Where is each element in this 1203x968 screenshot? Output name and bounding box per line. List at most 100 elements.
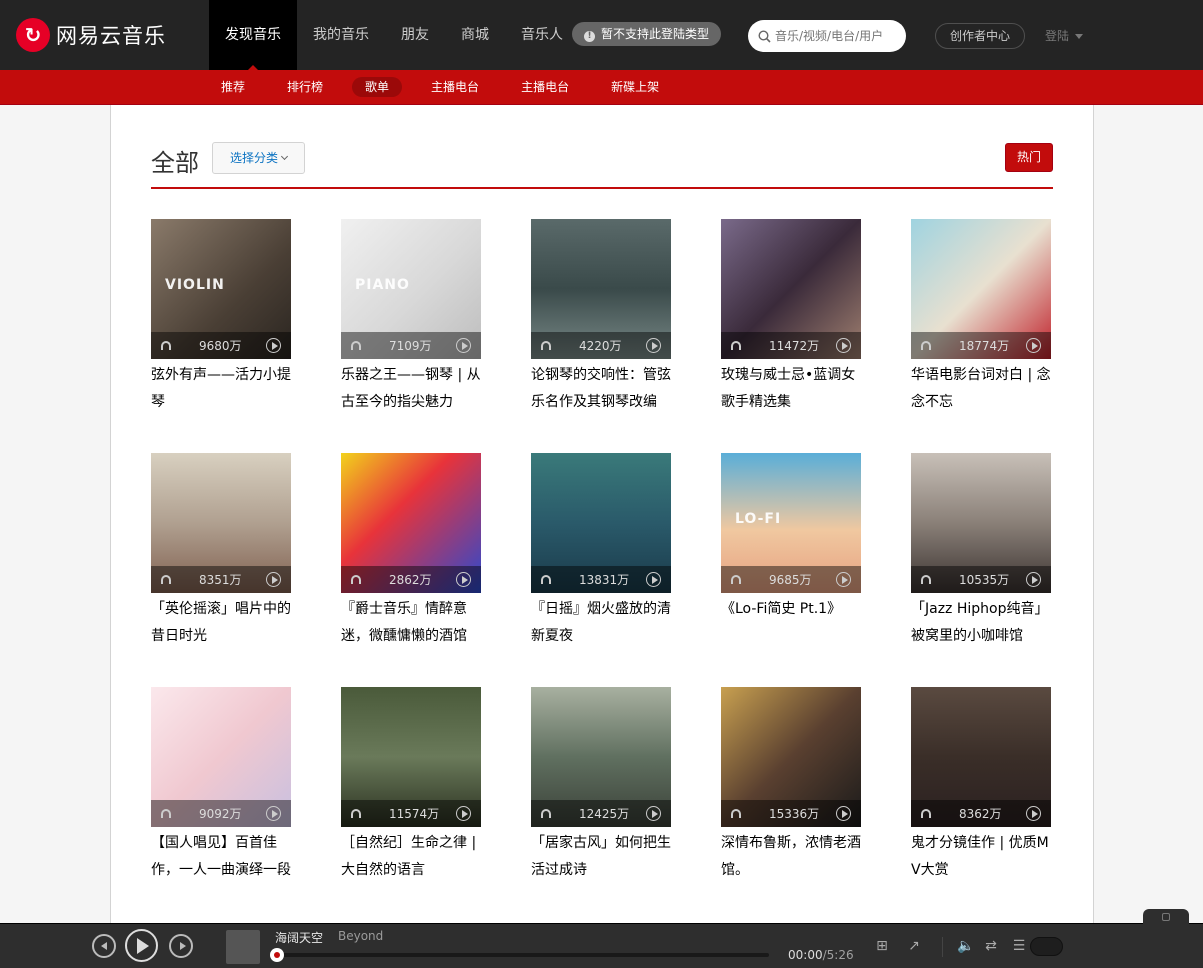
playlist-title[interactable]: 【国人唱见】百首佳作，一人一曲演绎一段情: [151, 830, 291, 884]
playlist-cover[interactable]: 15336万: [721, 687, 861, 827]
playlist-cover[interactable]: 2862万: [341, 453, 481, 593]
logo-text: 网易云音乐: [56, 24, 166, 48]
playlist-card[interactable]: 11472万玫瑰与威士忌•蓝调女歌手精选集: [721, 219, 861, 416]
subnav-item-playlists[interactable]: 歌单: [352, 77, 403, 97]
nav-item-my-music[interactable]: 我的音乐: [297, 0, 385, 70]
playlist-card[interactable]: 9092万【国人唱见】百首佳作，一人一曲演绎一段情: [151, 687, 291, 884]
headphones-icon: [731, 575, 741, 584]
play-icon[interactable]: [456, 806, 471, 821]
playlist-card[interactable]: 11574万 ［自然纪］生命之律 | 大自然的语言: [341, 687, 481, 884]
play-icon[interactable]: [646, 572, 661, 587]
play-count: 11472万: [769, 339, 820, 353]
playlist-title[interactable]: 「居家古风」如何把生活过成诗: [531, 830, 671, 884]
playlist-title[interactable]: 「Jazz Hiphop纯音」被窝里的小咖啡馆: [911, 596, 1051, 650]
play-icon[interactable]: [456, 572, 471, 587]
subnav-item-new-albums[interactable]: 新碟上架: [598, 77, 672, 97]
playlist-cover[interactable]: 9092万: [151, 687, 291, 827]
playlist-card[interactable]: PIANO 7109万 乐器之王——钢琴 | 从古至今的指尖魅力: [341, 219, 481, 416]
next-track-button[interactable]: [169, 934, 193, 958]
select-category-button[interactable]: 选择分类: [212, 142, 305, 174]
playlist-card[interactable]: 10535万 「Jazz Hiphop纯音」被窝里的小咖啡馆: [911, 453, 1051, 650]
headphones-icon: [921, 575, 931, 584]
nav-item-musician[interactable]: 音乐人: [505, 0, 579, 70]
subnav-item-radio[interactable]: 主播电台: [418, 77, 492, 97]
playlist-card[interactable]: 18774万 华语电影台词对白 | 念念不忘: [911, 219, 1051, 416]
playlist-title[interactable]: 『爵士音乐』情醉意迷，微醺慵懒的酒馆: [341, 596, 481, 650]
nav-item-store[interactable]: 商城: [445, 0, 505, 70]
playlist-card[interactable]: 8362万 鬼才分镜佳作 | 优质MV大赏: [911, 687, 1051, 884]
playlist-card[interactable]: 2862万 『爵士音乐』情醉意迷，微醺慵懒的酒馆: [341, 453, 481, 650]
playlist-title[interactable]: 『日摇』烟火盛放的清新夏夜: [531, 596, 671, 650]
song-title[interactable]: 海阔天空: [275, 929, 323, 946]
play-icon[interactable]: [1026, 806, 1041, 821]
playlist-icon[interactable]: ☰: [1011, 938, 1027, 954]
playlist-cover[interactable]: 8362万: [911, 687, 1051, 827]
playlist-card[interactable]: 15336万 深情布鲁斯，浓情老酒馆。: [721, 687, 861, 884]
subnav-item-charts[interactable]: 排行榜: [274, 77, 336, 97]
playlist-cover[interactable]: 11574万: [341, 687, 481, 827]
progress-bar[interactable]: [270, 948, 769, 962]
subnav-item-recommend[interactable]: 推荐: [208, 77, 258, 97]
playlist-cover[interactable]: PIANO 7109万: [341, 219, 481, 359]
playlist-card[interactable]: VIOLIN 9680万 弦外有声——活力小提琴: [151, 219, 291, 416]
play-icon[interactable]: [836, 806, 851, 821]
playlist-cover[interactable]: LO-FI 9685万: [721, 453, 861, 593]
playlist-card[interactable]: 4220万 论钢琴的交响性：管弦乐名作及其钢琴改编: [531, 219, 671, 416]
play-icon[interactable]: [836, 338, 851, 353]
playlist-title[interactable]: 「英伦摇滚」唱片中的昔日时光: [151, 596, 291, 650]
playlist-title[interactable]: ［自然纪］生命之律 | 大自然的语言: [341, 830, 481, 884]
playlist-cover[interactable]: VIOLIN 9680万: [151, 219, 291, 359]
playlist-title[interactable]: 深情布鲁斯，浓情老酒馆。: [721, 830, 861, 884]
playlist-title[interactable]: 华语电影台词对白 | 念念不忘: [911, 362, 1051, 416]
search-input[interactable]: [775, 29, 895, 43]
play-icon[interactable]: [836, 572, 851, 587]
play-icon[interactable]: [266, 806, 281, 821]
playlist-cover[interactable]: 4220万: [531, 219, 671, 359]
play-icon[interactable]: [456, 338, 471, 353]
subnav-item-radio-2[interactable]: 主播电台: [508, 77, 582, 97]
playlist-title[interactable]: 论钢琴的交响性：管弦乐名作及其钢琴改编: [531, 362, 671, 416]
playlist-cover[interactable]: 18774万: [911, 219, 1051, 359]
playlist-title[interactable]: 乐器之王——钢琴 | 从古至今的指尖魅力: [341, 362, 481, 416]
previous-track-button[interactable]: [92, 934, 116, 958]
playlist-card[interactable]: 12425万 「居家古风」如何把生活过成诗: [531, 687, 671, 884]
playlist-card[interactable]: 8351万 「英伦摇滚」唱片中的昔日时光: [151, 453, 291, 650]
playlist-cover[interactable]: 13831万: [531, 453, 671, 593]
play-icon[interactable]: [646, 338, 661, 353]
playlist-title[interactable]: 鬼才分镜佳作 | 优质MV大赏: [911, 830, 1051, 884]
playlist-title[interactable]: 玫瑰与威士忌•蓝调女歌手精选集: [721, 362, 861, 416]
playlist-title[interactable]: 弦外有声——活力小提琴: [151, 362, 291, 416]
playlist-cover[interactable]: 12425万: [531, 687, 671, 827]
hot-sort-button[interactable]: 热门: [1005, 143, 1053, 172]
play-count: 11574万: [389, 807, 440, 821]
player-lock[interactable]: [1143, 909, 1189, 925]
logo[interactable]: ↻ 网易云音乐: [16, 18, 166, 52]
search-box[interactable]: [748, 20, 906, 52]
song-artist[interactable]: Beyond: [338, 929, 383, 943]
playlist-cover[interactable]: 8351万: [151, 453, 291, 593]
play-icon[interactable]: [266, 572, 281, 587]
track-thumbnail[interactable]: [226, 930, 260, 964]
chevron-down-icon: [280, 152, 289, 161]
share-icon[interactable]: ↗: [906, 938, 922, 954]
login-link[interactable]: 登陆: [1045, 27, 1084, 44]
playlist-count-badge[interactable]: [1030, 937, 1063, 956]
creator-center-button[interactable]: 创作者中心: [935, 23, 1025, 49]
progress-handle[interactable]: [270, 948, 284, 962]
play-icon[interactable]: [646, 806, 661, 821]
play-button[interactable]: [125, 929, 158, 962]
play-icon[interactable]: [266, 338, 281, 353]
play-icon[interactable]: [1026, 338, 1041, 353]
shuffle-icon[interactable]: ⇄: [983, 938, 999, 954]
play-icon[interactable]: [1026, 572, 1041, 587]
add-to-playlist-icon[interactable]: ⊞: [874, 938, 890, 954]
nav-item-discover[interactable]: 发现音乐: [209, 0, 297, 71]
playlist-title[interactable]: 《Lo-Fi简史 Pt.1》: [721, 596, 861, 650]
nav-item-friends[interactable]: 朋友: [385, 0, 445, 70]
page-title: 全部: [151, 149, 199, 177]
playlist-card[interactable]: 13831万 『日摇』烟火盛放的清新夏夜: [531, 453, 671, 650]
playlist-cover[interactable]: 10535万: [911, 453, 1051, 593]
playlist-card[interactable]: LO-FI 9685万 《Lo-Fi简史 Pt.1》: [721, 453, 861, 650]
volume-icon[interactable]: 🔈: [957, 938, 974, 954]
playlist-cover[interactable]: 11472万: [721, 219, 861, 359]
